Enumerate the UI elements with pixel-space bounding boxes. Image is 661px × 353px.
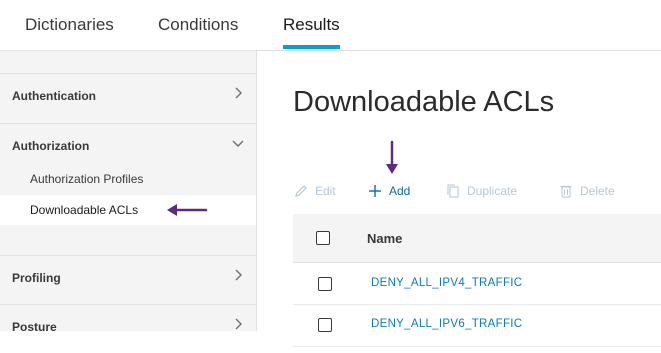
pencil-icon — [295, 185, 307, 197]
acl-name-link[interactable]: DENY_ALL_IPV4_TRAFFIC — [371, 277, 522, 289]
table-row: DENY_ALL_IPV4_TRAFFIC — [293, 263, 661, 305]
add-button[interactable]: Add — [367, 182, 410, 200]
results-tab-bar: Dictionaries Conditions Results — [0, 0, 661, 51]
delete-label: Delete — [580, 184, 615, 198]
row-checkbox[interactable] — [318, 318, 332, 332]
select-all-checkbox[interactable] — [316, 231, 330, 245]
sidebar-item-authorization-profiles[interactable]: Authorization Profiles — [0, 164, 256, 194]
sidebar-section-profiling[interactable]: Profiling — [0, 255, 256, 304]
sidebar-section-authentication[interactable]: Authentication — [0, 73, 256, 122]
column-header-name[interactable]: Name — [367, 231, 402, 246]
sidebar-section-label: Profiling — [12, 271, 61, 285]
sidebar-section-label: Posture — [12, 320, 57, 334]
table-row: DENY_ALL_IPV6_TRAFFIC — [293, 305, 661, 347]
chevron-right-icon — [235, 87, 242, 99]
tab-results[interactable]: Results — [283, 15, 340, 35]
row-checkbox[interactable] — [318, 277, 332, 291]
annotation-arrow-down-icon — [386, 140, 398, 174]
sidebar-item-downloadable-acls[interactable]: Downloadable ACLs — [0, 195, 256, 225]
duplicate-icon — [447, 184, 459, 198]
tab-conditions[interactable]: Conditions — [158, 15, 238, 35]
sidebar-section-label: Authorization — [12, 139, 90, 153]
duplicate-label: Duplicate — [467, 184, 518, 198]
sidebar-section-posture[interactable]: Posture — [0, 304, 256, 353]
trash-icon — [560, 185, 572, 198]
table-header: Name — [293, 214, 661, 263]
acl-name-link[interactable]: DENY_ALL_IPV6_TRAFFIC — [371, 318, 522, 330]
delete-button[interactable]: Delete — [558, 182, 615, 200]
edit-button[interactable]: Edit — [293, 182, 336, 200]
add-label: Add — [389, 184, 411, 198]
annotation-arrow-left-icon — [167, 204, 208, 216]
tab-dictionaries[interactable]: Dictionaries — [25, 15, 114, 35]
sidebar-section-label: Authentication — [12, 89, 96, 103]
chevron-right-icon — [235, 318, 242, 330]
sidebar-item-label: Downloadable ACLs — [30, 203, 139, 217]
active-tab-indicator — [283, 45, 340, 49]
page-title: Downloadable ACLs — [293, 86, 555, 118]
duplicate-button[interactable]: Duplicate — [445, 182, 517, 200]
chevron-right-icon — [235, 269, 242, 281]
sidebar-item-label: Authorization Profiles — [30, 172, 144, 186]
results-sidebar: Authentication Authorization Authorizati… — [0, 51, 257, 334]
chevron-down-icon — [232, 140, 244, 147]
edit-label: Edit — [315, 184, 336, 198]
plus-icon — [369, 185, 381, 197]
